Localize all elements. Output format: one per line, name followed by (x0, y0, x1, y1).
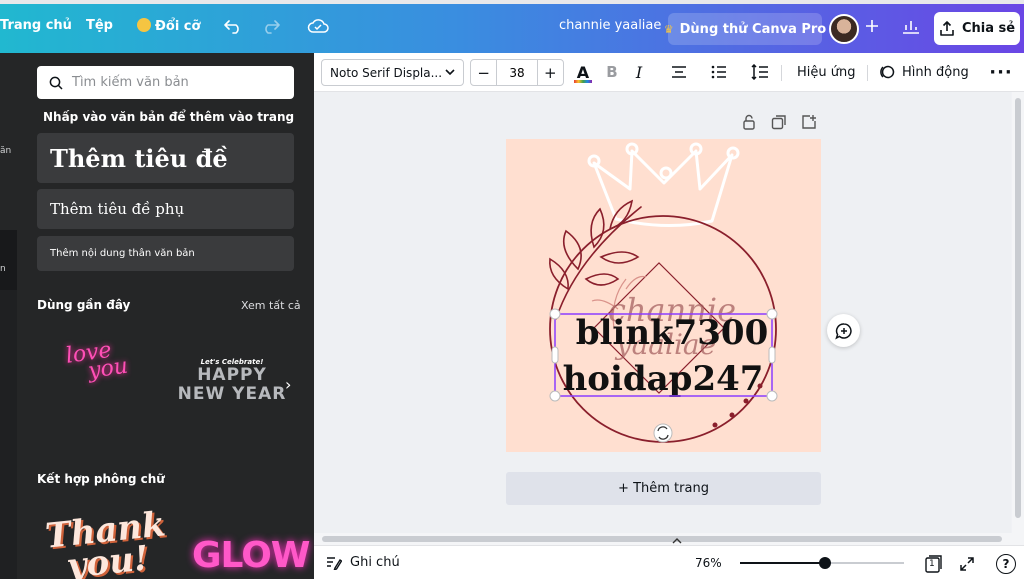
animate-label: Hình động (902, 64, 969, 80)
decrease-size-button[interactable]: − (471, 60, 496, 85)
text-toolbar: Noto Serif Displa... − 38 + A B I Hiệu ứ… (314, 53, 1024, 92)
text-panel: Tìm kiếm văn bản Nhấp vào văn bản để thê… (17, 53, 314, 579)
panel-hint: Nhấp vào văn bản để thêm vào trang (43, 110, 295, 124)
love-you-neon-template[interactable]: love you (64, 338, 139, 384)
page-count: 1 (929, 559, 935, 569)
happy-text: HAPPY (197, 365, 267, 385)
you-text-2: you! (64, 538, 151, 579)
file-menu-button[interactable]: Tệp (86, 18, 113, 33)
add-people-icon[interactable] (860, 14, 884, 38)
thank-you-template[interactable]: Thank you! (44, 504, 168, 579)
notes-icon (327, 556, 342, 570)
share-upload-icon (940, 20, 954, 36)
insights-chart-icon[interactable] (899, 14, 923, 38)
zoom-slider-fill (740, 562, 826, 564)
font-combo-section-title: Kết hợp phông chữ (37, 472, 165, 486)
font-size-input[interactable]: 38 (496, 60, 538, 85)
vertical-scrollbar[interactable] (1012, 92, 1024, 545)
help-button[interactable]: ? (996, 554, 1016, 574)
toolbar-separator-2 (867, 65, 868, 81)
text-search-input[interactable]: Tìm kiếm văn bản (37, 66, 294, 99)
project-name[interactable]: channie yaaliae (559, 18, 661, 33)
align-center-icon[interactable] (669, 61, 689, 83)
bold-button[interactable]: B (603, 61, 621, 83)
search-placeholder: Tìm kiếm văn bản (72, 75, 189, 90)
color-bar (574, 80, 592, 83)
main-text-line-2: hoidap247 (563, 359, 764, 399)
crown-icon: ♛ (663, 22, 674, 36)
italic-button[interactable]: I (630, 61, 648, 83)
top-bar: Trang chủ Tệp Đổi cỡ channie yaaliae ♛ Dù… (0, 0, 1024, 53)
zoom-slider[interactable] (740, 557, 904, 569)
add-page-icon[interactable] (801, 114, 819, 132)
resize-label: Đổi cỡ (155, 19, 201, 34)
effects-button[interactable]: Hiệu ứng (797, 61, 856, 83)
increase-size-button[interactable]: + (538, 60, 563, 85)
font-family-value: Noto Serif Displa... (330, 65, 443, 80)
crown-coin-icon (137, 18, 151, 32)
notes-button[interactable]: Ghi chú (326, 555, 400, 570)
fullscreen-icon[interactable] (957, 554, 977, 574)
main-text-line-1: blink7300 (576, 313, 769, 353)
home-button[interactable]: Trang chủ (0, 18, 72, 33)
share-button[interactable]: Chia sẻ (934, 12, 1020, 45)
bullet-list-icon[interactable] (709, 61, 729, 83)
rail-active-block[interactable] (0, 53, 17, 230)
rail-lower-block (0, 290, 17, 579)
design-artwork: channie yaaliae blink7300 hoidap247 (549, 142, 778, 443)
chevron-down-icon (445, 69, 455, 76)
vertical-scroll-thumb[interactable] (1015, 98, 1021, 518)
notes-label: Ghi chú (350, 555, 400, 570)
font-size-stepper: − 38 + (470, 59, 564, 86)
design-page[interactable]: channie yaaliae blink7300 hoidap247 (506, 139, 821, 452)
try-canva-pro-button[interactable]: ♛ Dùng thử Canva Pro (664, 13, 826, 45)
browser-edge (0, 0, 1024, 4)
recent-section-title: Dùng gần đây (37, 298, 131, 312)
text-color-button[interactable]: A (573, 61, 593, 83)
see-all-link[interactable]: Xem tất cả (241, 299, 301, 312)
page-count-button[interactable]: 1 (923, 554, 943, 574)
line-spacing-icon[interactable] (750, 61, 770, 83)
bottom-bar: Ghi chú 76% 1 ? (314, 545, 1024, 579)
zoom-slider-handle[interactable] (819, 557, 832, 569)
duplicate-page-icon[interactable] (771, 114, 789, 132)
add-page-button[interactable]: + Thêm trang (506, 472, 821, 505)
add-body-text-button[interactable]: Thêm nội dung thân văn bản (37, 236, 294, 271)
happy-new-year-template[interactable]: Let's Celebrate! HAPPY NEW YEAR (177, 358, 287, 404)
horizontal-scrollbar[interactable] (314, 533, 1012, 545)
animate-icon (880, 65, 895, 79)
search-icon (49, 76, 63, 90)
trial-label: Dùng thử Canva Pro (679, 21, 827, 37)
redo-icon[interactable] (259, 14, 283, 38)
font-family-select[interactable]: Noto Serif Displa... (321, 59, 464, 86)
more-options-icon[interactable]: ··· (989, 61, 1012, 83)
horizontal-scroll-thumb[interactable] (322, 536, 1002, 542)
toolbar-separator (781, 65, 782, 81)
add-subheading-button[interactable]: Thêm tiêu đề phụ (37, 189, 294, 229)
zoom-level[interactable]: 76% (695, 556, 722, 570)
rail-label-2: n (0, 264, 6, 274)
lock-icon[interactable] (741, 114, 759, 132)
resize-button[interactable]: Đổi cỡ (137, 18, 200, 34)
share-label: Chia sẻ (961, 21, 1016, 36)
crown-outline-icon (587, 142, 740, 227)
add-heading-button[interactable]: Thêm tiêu đề (37, 133, 294, 183)
glow-template[interactable]: GLOW (192, 535, 311, 576)
animate-button[interactable]: Hình động (879, 61, 969, 83)
left-rail: ăn n (0, 53, 17, 579)
user-avatar[interactable] (829, 14, 859, 44)
new-year-text: NEW YEAR (177, 384, 287, 404)
rail-label-1: ăn (0, 146, 12, 156)
cloud-saved-icon[interactable] (306, 14, 330, 38)
undo-icon[interactable] (221, 14, 245, 38)
add-comment-icon[interactable] (827, 314, 860, 347)
chevron-right-icon[interactable]: › (285, 375, 291, 394)
